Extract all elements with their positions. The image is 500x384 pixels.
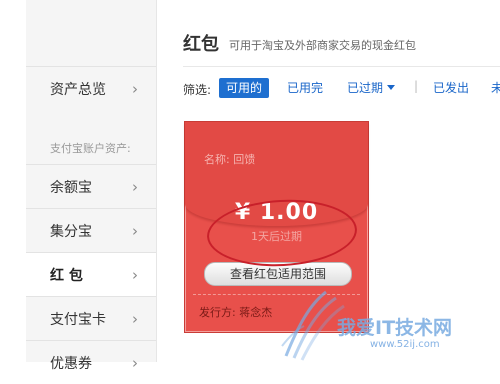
sidebar: 资产总览 › 支付宝账户资产: 余额宝 › 集分宝 › 红 包 › 支付宝卡 ›… [26,0,157,372]
filter-expired-label: 已过期 [347,81,384,95]
sidebar-group-label: 支付宝账户资产: [50,142,131,155]
red-packet-name: 名称: 回馈 [204,153,256,166]
sidebar-item-red-packet[interactable]: 红 包 › [26,252,156,296]
chevron-right-icon: › [132,79,138,98]
caret-down-icon [387,85,396,90]
chevron-right-icon: › [132,177,138,196]
sidebar-item-label: 优惠券 [50,355,92,372]
sidebar-item-label: 余额宝 [50,179,92,196]
sidebar-item-label: 集分宝 [50,223,92,240]
dashed-divider [193,294,360,295]
filter-used[interactable]: 已用完 [287,78,323,98]
chevron-right-icon: › [132,265,138,284]
filter-label: 筛选: [183,83,212,97]
chevron-right-icon: › [132,353,138,372]
red-packet-expiry: 1天后过期 [251,230,302,243]
sidebar-item-label: 支付宝卡 [50,311,106,328]
chevron-right-icon: › [132,309,138,328]
divider [183,66,500,67]
chevron-right-icon: › [132,221,138,240]
sidebar-item-coupons[interactable]: 优惠券 › [26,340,156,384]
filter-sent[interactable]: 已发出 [433,78,469,98]
sidebar-item-alipay-card[interactable]: 支付宝卡 › [26,296,156,340]
main-content: 红包 可用于淘宝及外部商家交易的现金红包 筛选: 可用的 已用完 已过期 | 已… [157,0,500,362]
red-packet-amount: ¥ 1.00 [234,200,319,225]
sidebar-item-label: 资产总览 [50,81,106,98]
page-subtitle: 可用于淘宝及外部商家交易的现金红包 [229,39,416,52]
sidebar-item-yuebao[interactable]: 余额宝 › [26,164,156,208]
filter-unclaimed[interactable]: 未 [491,78,500,98]
sidebar-item-label: 红 包 [50,267,83,284]
sidebar-item-jifenbao[interactable]: 集分宝 › [26,208,156,252]
red-packet-card[interactable]: 名称: 回馈 ¥ 1.00 1天后过期 查看红包适用范围 发行方: 蒋念杰 [184,121,369,333]
view-scope-button[interactable]: 查看红包适用范围 [204,262,352,286]
filter-expired[interactable]: 已过期 [347,78,396,98]
sidebar-item-assets-overview[interactable]: 资产总览 › [26,66,156,110]
filter-separator: | [414,79,419,93]
red-packet-issuer: 发行方: 蒋念杰 [199,306,273,319]
page-title: 红包 [183,34,219,55]
filter-available[interactable]: 可用的 [219,78,270,98]
